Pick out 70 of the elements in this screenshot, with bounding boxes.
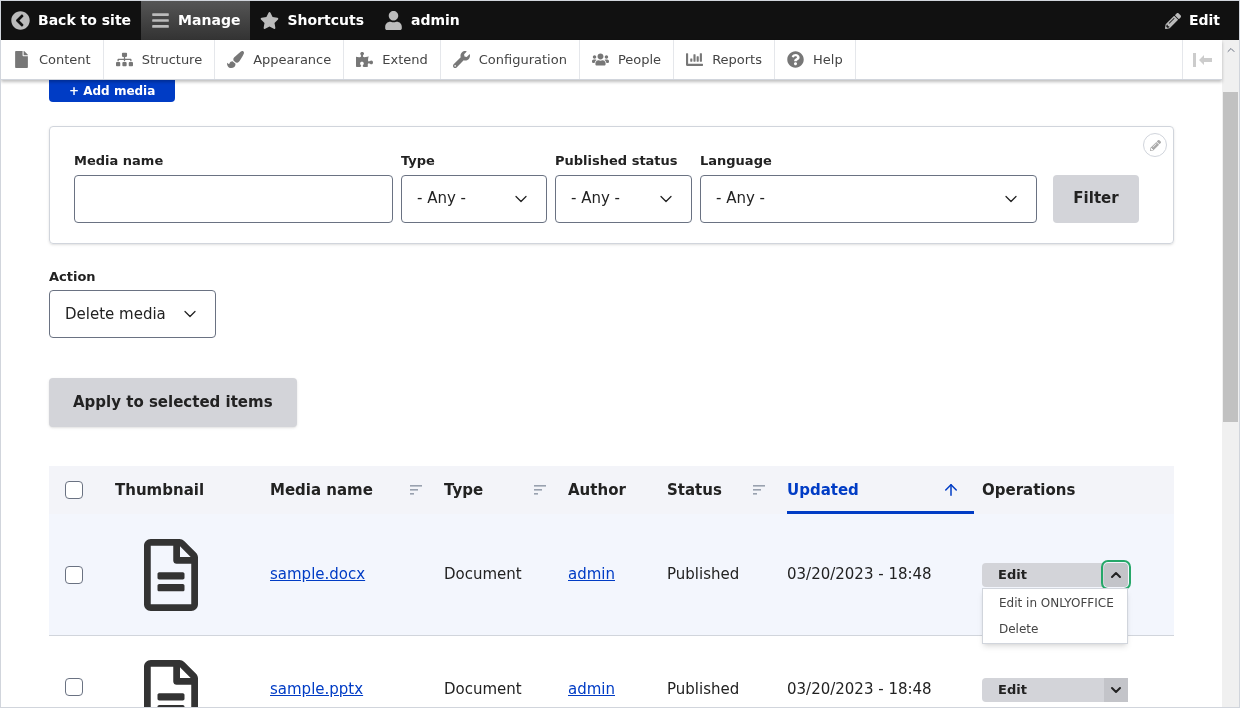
- field-label: Media name: [74, 152, 165, 170]
- collapse-icon: [1192, 52, 1213, 67]
- operations-toggle[interactable]: [1104, 678, 1128, 702]
- toolbar-item[interactable]: Shortcuts: [250, 1, 374, 40]
- author-link[interactable]: admin: [568, 680, 615, 698]
- text-field[interactable]: [74, 174, 393, 223]
- field-label: Language: [700, 152, 773, 170]
- select-field[interactable]: - Any -: [700, 174, 1037, 223]
- toolbar-item[interactable]: Back to site: [1, 1, 142, 40]
- people-icon: [591, 51, 609, 68]
- sort-ascending-icon: [942, 481, 960, 499]
- pencil-icon: [1164, 12, 1181, 29]
- column-header[interactable]: Media name: [270, 466, 436, 514]
- operations-toggle[interactable]: [1104, 562, 1128, 587]
- toolbar-item[interactable]: admin: [374, 1, 470, 40]
- hierarchy-icon: [115, 51, 133, 68]
- column-header: Author: [568, 479, 627, 501]
- user-icon: [384, 11, 403, 30]
- author-link[interactable]: admin: [568, 565, 615, 584]
- select-field[interactable]: - Any -: [401, 174, 547, 223]
- admin-menu-item[interactable]: Extend: [344, 40, 441, 79]
- row-checkbox[interactable]: [65, 565, 83, 584]
- admin-menu-item[interactable]: Structure: [103, 40, 216, 79]
- filter-button[interactable]: Filter: [1053, 174, 1139, 223]
- column-header[interactable]: Status: [667, 466, 779, 514]
- sort-icon: [753, 485, 765, 495]
- admin-menu-item[interactable]: People: [579, 40, 675, 79]
- column-header: Operations: [982, 479, 1077, 501]
- media-link[interactable]: sample.pptx: [270, 680, 364, 698]
- admin-menu-item[interactable]: Help: [775, 40, 856, 79]
- action-select[interactable]: Delete media: [49, 290, 216, 338]
- admin-menu-item[interactable]: Reports: [674, 40, 775, 79]
- puzzle-icon: [356, 51, 374, 68]
- select-all-checkbox[interactable]: [65, 481, 83, 499]
- bar-chart-icon: [686, 51, 704, 68]
- edit-operation-button[interactable]: Edit: [982, 562, 1104, 587]
- row-checkbox[interactable]: [65, 678, 83, 696]
- file-icon: [13, 51, 30, 68]
- help-icon: [787, 51, 804, 68]
- edit-button[interactable]: Edit: [1145, 1, 1239, 40]
- edit-operation-button[interactable]: Edit: [982, 678, 1104, 702]
- admin-menu-item[interactable]: Configuration: [440, 40, 580, 79]
- status-cell: Published: [667, 565, 740, 584]
- column-header: Thumbnail: [115, 479, 206, 501]
- select-field[interactable]: - Any -: [555, 174, 692, 223]
- field-label: Type: [401, 152, 436, 170]
- toolbar-item[interactable]: Manage: [141, 1, 251, 40]
- star-icon: [260, 11, 280, 30]
- admin-menu-item[interactable]: Content: [1, 40, 104, 79]
- type-cell: Document: [444, 565, 522, 584]
- wrench-icon: [452, 51, 470, 68]
- back-icon: [11, 11, 30, 30]
- updated-cell: 03/20/2023 - 18:48: [787, 680, 932, 698]
- type-cell: Document: [444, 680, 522, 698]
- scrollbar-thumb[interactable]: [1223, 92, 1238, 422]
- field-label: Published status: [555, 152, 679, 170]
- action-label: Action: [49, 267, 97, 286]
- admin-menu-item[interactable]: Appearance: [215, 40, 345, 79]
- menu-item[interactable]: Delete: [983, 615, 1127, 642]
- column-header[interactable]: Type: [444, 466, 560, 514]
- sort-icon: [534, 485, 546, 495]
- apply-button[interactable]: Apply to selected items: [49, 378, 297, 427]
- add-media-button[interactable]: + Add media: [49, 80, 176, 102]
- media-link[interactable]: sample.docx: [270, 565, 366, 584]
- updated-cell: 03/20/2023 - 18:48: [787, 565, 932, 584]
- status-cell: Published: [667, 680, 740, 698]
- sort-icon: [410, 485, 422, 495]
- menu-icon: [151, 11, 171, 30]
- brush-icon: [227, 51, 245, 68]
- menu-item[interactable]: Edit in ONLYOFFICE: [983, 589, 1127, 616]
